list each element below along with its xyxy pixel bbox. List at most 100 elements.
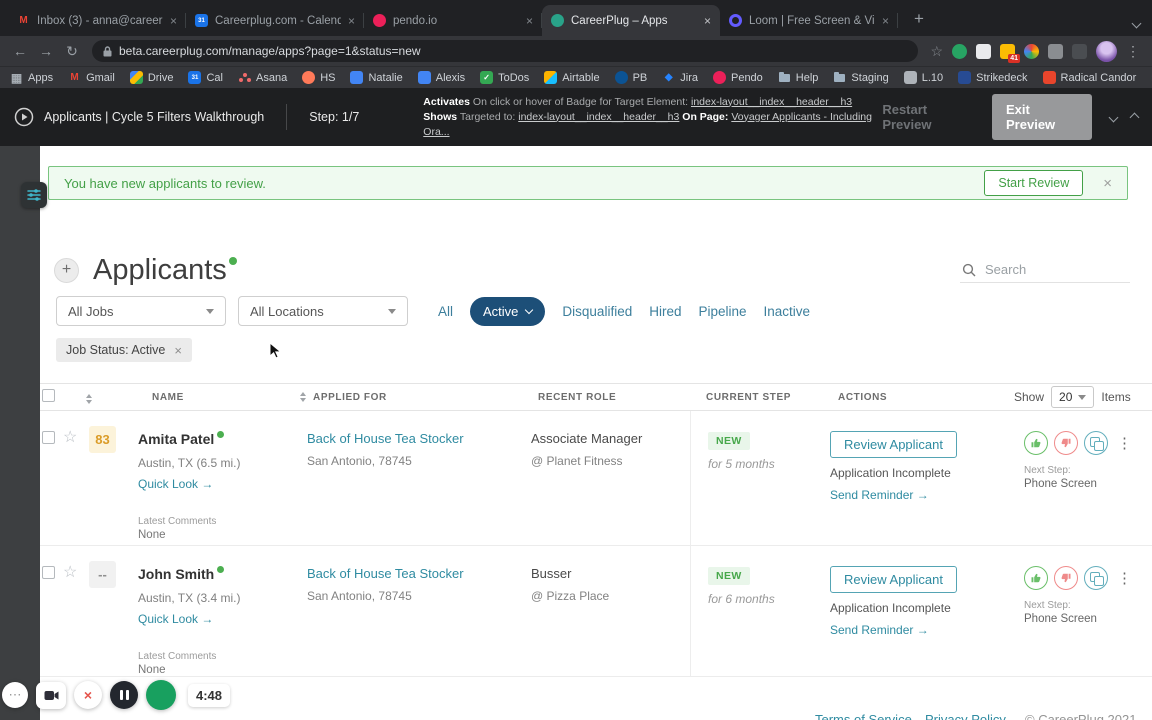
browser-menu-icon[interactable]	[1126, 44, 1140, 58]
thumbs-down-icon[interactable]	[1054, 431, 1078, 455]
bookmark-cal[interactable]: Cal	[188, 71, 223, 84]
extension-icon[interactable]: 41	[1000, 43, 1020, 63]
tab-close-icon[interactable]	[348, 15, 355, 27]
bookmark-star-icon[interactable]	[930, 44, 943, 58]
bookmark-strikedeck[interactable]: Strikedeck	[958, 71, 1028, 84]
back-button[interactable]	[8, 39, 32, 63]
extension-icon[interactable]	[952, 43, 967, 59]
exit-preview-button[interactable]: Exit Preview	[992, 94, 1092, 140]
row-checkbox[interactable]	[42, 566, 55, 579]
profile-avatar[interactable]	[1096, 40, 1117, 62]
review-applicant-button[interactable]: Review Applicant	[830, 431, 957, 458]
favorite-star-icon[interactable]	[60, 411, 86, 545]
thumbs-up-icon[interactable]	[1024, 431, 1048, 455]
send-reminder-link[interactable]: Send Reminder →	[830, 623, 1014, 637]
recorder-more-button[interactable]	[2, 682, 28, 708]
browser-tab-calendar[interactable]: Careerplug.com - Calendar - V	[186, 5, 364, 36]
tab-all[interactable]: All	[438, 304, 453, 319]
targeted-element-link[interactable]: index-layout__index__header__h3	[518, 111, 679, 123]
job-title-link[interactable]: Back of House Tea Stocker	[307, 431, 524, 446]
thumbs-up-icon[interactable]	[1024, 566, 1048, 590]
copy-chat-icon[interactable]	[1084, 566, 1108, 590]
tab-close-icon[interactable]	[170, 15, 177, 27]
bookmark-pendo[interactable]: Pendo	[712, 71, 763, 84]
camera-toggle-button[interactable]	[36, 681, 66, 709]
new-tab-button[interactable]	[906, 6, 932, 32]
browser-tab-careerplug-active[interactable]: CareerPlug – Apps	[542, 5, 720, 36]
bookmark-gmail[interactable]: Gmail	[68, 71, 115, 84]
bookmark-apps[interactable]: Apps	[10, 71, 53, 84]
target-element-link[interactable]: index-layout__index__header__h3	[691, 96, 852, 108]
extension-icon[interactable]	[1048, 43, 1063, 59]
search-input[interactable]	[985, 262, 1115, 277]
start-review-button[interactable]: Start Review	[984, 170, 1084, 196]
bookmark-alexis[interactable]: Alexis	[417, 71, 465, 84]
search-box[interactable]	[960, 257, 1130, 283]
browser-tab-inbox[interactable]: Inbox (3) - anna@careerplug.c	[8, 5, 186, 36]
bookmark-jira[interactable]: Jira	[662, 71, 698, 84]
reload-button[interactable]	[60, 39, 84, 63]
bookmark-asana[interactable]: Asana	[238, 71, 287, 84]
quick-look-link[interactable]: Quick Look →	[138, 477, 296, 491]
bookmark-hs[interactable]: HS	[302, 71, 335, 84]
bookmark-radical-candor[interactable]: Radical Candor	[1042, 71, 1136, 84]
review-applicant-button[interactable]: Review Applicant	[830, 566, 957, 593]
forward-button[interactable]	[34, 39, 58, 63]
tab-inactive[interactable]: Inactive	[764, 304, 811, 319]
bookmark-help-folder[interactable]: Help	[778, 71, 818, 84]
thumbs-down-icon[interactable]	[1054, 566, 1078, 590]
bookmark-staging-folder[interactable]: Staging	[833, 71, 889, 84]
address-bar[interactable]: beta.careerplug.com/manage/apps?page=1&s…	[92, 40, 919, 62]
tab-search-icon[interactable]	[1131, 14, 1142, 32]
tab-active-selected[interactable]: Active	[470, 296, 546, 326]
applicant-name-link[interactable]: Amita Patel	[138, 431, 214, 447]
match-score-badge[interactable]: --	[89, 561, 116, 588]
bookmark-airtable[interactable]: Airtable	[544, 71, 600, 84]
chevron-up-icon[interactable]	[1129, 112, 1140, 122]
pause-recording-button[interactable]	[110, 681, 138, 709]
filters-launcher-button[interactable]	[21, 182, 47, 208]
sort-icon[interactable]	[300, 392, 306, 402]
privacy-link[interactable]: Privacy Policy	[925, 712, 1006, 720]
browser-tab-loom[interactable]: Loom | Free Screen & Video Re	[720, 5, 898, 36]
match-score-badge[interactable]: 83	[89, 426, 116, 453]
tab-pipeline[interactable]: Pipeline	[698, 304, 746, 319]
tab-close-icon[interactable]	[882, 15, 889, 27]
restart-preview-button[interactable]: Restart Preview	[882, 102, 974, 132]
extension-icon[interactable]	[1024, 43, 1039, 59]
bookmark-todos[interactable]: ToDos	[480, 71, 529, 84]
bookmark-l10[interactable]: L.10	[903, 71, 943, 84]
tab-close-icon[interactable]	[526, 15, 533, 27]
locations-select[interactable]: All Locations	[238, 296, 408, 326]
tab-close-icon[interactable]	[704, 15, 711, 27]
copy-chat-icon[interactable]	[1084, 431, 1108, 455]
job-status-chip[interactable]: Job Status: Active	[56, 338, 192, 362]
select-all-checkbox[interactable]	[42, 389, 55, 402]
page-size-select[interactable]: 20	[1051, 386, 1095, 408]
terms-link[interactable]: Terms of Service	[815, 712, 912, 720]
cancel-recording-button[interactable]	[74, 681, 102, 709]
jobs-select[interactable]: All Jobs	[56, 296, 226, 326]
finish-recording-button[interactable]	[146, 680, 176, 710]
bookmark-natalie[interactable]: Natalie	[350, 71, 403, 84]
sort-icon[interactable]	[86, 394, 92, 404]
row-checkbox[interactable]	[42, 431, 55, 444]
job-title-link[interactable]: Back of House Tea Stocker	[307, 566, 524, 581]
favorite-star-icon[interactable]	[60, 546, 86, 676]
extension-icon[interactable]	[1072, 43, 1087, 59]
header-name[interactable]: NAME	[126, 392, 296, 403]
tab-disqualified[interactable]: Disqualified	[562, 304, 632, 319]
quick-look-link[interactable]: Quick Look →	[138, 612, 296, 626]
header-applied-for[interactable]: APPLIED FOR	[296, 392, 524, 403]
chip-remove-icon[interactable]	[174, 344, 182, 357]
banner-close-icon[interactable]	[1103, 176, 1112, 191]
add-applicant-button[interactable]	[54, 257, 79, 283]
bookmark-pb[interactable]: PB	[614, 71, 647, 84]
applicant-name-link[interactable]: John Smith	[138, 566, 214, 582]
row-menu-icon[interactable]	[1117, 434, 1132, 452]
row-menu-icon[interactable]	[1117, 569, 1132, 587]
send-reminder-link[interactable]: Send Reminder →	[830, 488, 1014, 502]
bookmark-drive[interactable]: Drive	[129, 71, 173, 84]
tab-hired[interactable]: Hired	[649, 304, 681, 319]
chevron-down-icon[interactable]	[1108, 112, 1119, 122]
